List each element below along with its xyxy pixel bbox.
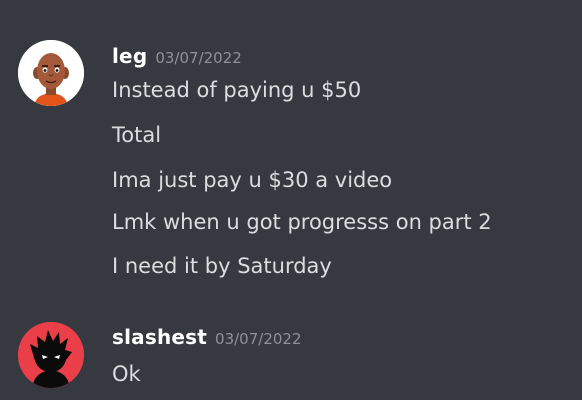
message-text: Lmk when u got progresss on part 2	[112, 210, 492, 234]
username[interactable]: leg	[112, 44, 147, 68]
message-text: I need it by Saturday	[112, 254, 332, 278]
message-header: slashest 03/07/2022	[112, 325, 302, 349]
message-text: Ok	[112, 362, 141, 386]
avatar-leg[interactable]	[18, 40, 84, 106]
username[interactable]: slashest	[112, 325, 207, 349]
message-text: Instead of paying u $50	[112, 78, 362, 102]
message-text: Total	[112, 123, 162, 147]
spiky-shadow-avatar-icon	[18, 322, 84, 388]
mii-face-avatar-icon	[18, 40, 84, 106]
timestamp: 03/07/2022	[155, 49, 242, 67]
timestamp: 03/07/2022	[215, 330, 302, 348]
chat-messages: leg 03/07/2022 Instead of paying u $50 To…	[0, 0, 582, 400]
avatar-slashest[interactable]	[18, 322, 84, 388]
message-header: leg 03/07/2022	[112, 44, 242, 68]
message-text: Ima just pay u $30 a video	[112, 168, 393, 192]
